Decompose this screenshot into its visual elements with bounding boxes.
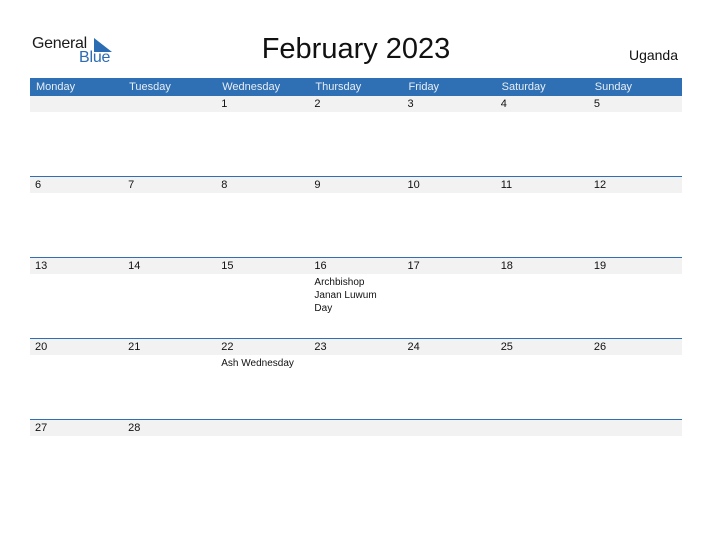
week-row: 1 2 3 4 5	[30, 96, 682, 177]
weekday-friday: Friday	[408, 81, 440, 93]
day-number: 11	[500, 179, 513, 191]
day-cell: 14	[123, 258, 216, 339]
day-cell: 15	[216, 258, 309, 339]
day-number: 20	[35, 341, 48, 353]
day-cell: 1	[216, 96, 309, 177]
weekday-wednesday: Wednesday	[222, 81, 281, 93]
day-number: 22	[221, 341, 234, 353]
day-cell: 8	[216, 177, 309, 258]
day-cell: 17	[403, 258, 496, 339]
weekday-thursday: Thursday	[315, 81, 362, 93]
day-cell: 4	[496, 96, 589, 177]
day-cell: 20	[30, 339, 123, 420]
holiday-event: Archbishop Janan Luwum Day	[314, 277, 377, 314]
day-number: 9	[314, 179, 321, 191]
day-number: 10	[407, 179, 420, 191]
day-cell: 19	[589, 258, 682, 339]
day-number: 7	[128, 179, 135, 191]
day-number: 28	[128, 422, 141, 434]
week-row: 27 28	[30, 419, 682, 501]
day-cell	[216, 420, 309, 501]
holiday-event: Ash Wednesday	[221, 358, 294, 369]
day-cell: 24	[403, 339, 496, 420]
day-number: 3	[407, 98, 414, 110]
day-cell: 2	[309, 96, 402, 177]
day-number: 5	[593, 98, 600, 110]
day-number: 12	[593, 179, 607, 191]
day-cell: 25	[496, 339, 589, 420]
weekday-sunday: Sunday	[594, 81, 633, 93]
day-number: 4	[500, 98, 507, 110]
day-cell	[30, 96, 123, 177]
day-number: 2	[314, 98, 321, 110]
day-cell	[403, 420, 496, 501]
day-cell	[309, 420, 402, 501]
day-number: 15	[221, 260, 234, 272]
day-cell: 9	[309, 177, 402, 258]
day-cell: 23	[309, 339, 402, 420]
day-cell: 21	[123, 339, 216, 420]
day-cell: 6	[30, 177, 123, 258]
day-cell: 5	[589, 96, 682, 177]
day-cell: 7	[123, 177, 216, 258]
day-number: 27	[35, 422, 48, 434]
day-cell	[123, 96, 216, 177]
day-number: 21	[128, 341, 141, 353]
week-row: 20 21 22 Ash Wednesday 23 24 25 26	[30, 338, 682, 420]
weekday-header: Monday Tuesday Wednesday Thursday Friday…	[30, 78, 682, 96]
weekday-monday: Monday	[36, 81, 76, 93]
day-number: 18	[500, 260, 513, 272]
week-row: 13 14 15 16 Archbishop Janan Luwum Day 17 18 19	[30, 257, 682, 339]
country-label: Uganda	[628, 47, 678, 63]
day-number: 6	[35, 179, 42, 191]
day-cell: 11	[496, 177, 589, 258]
day-cell: 28	[123, 420, 216, 501]
day-cell	[496, 420, 589, 501]
weekday-saturday: Saturday	[501, 81, 546, 93]
day-cell: 16 Archbishop Janan Luwum Day	[309, 258, 402, 339]
day-cell: 3	[403, 96, 496, 177]
day-number: 8	[221, 179, 228, 191]
day-number: 17	[407, 260, 420, 272]
day-number: 23	[314, 341, 327, 353]
day-cell: 10	[403, 177, 496, 258]
day-number: 25	[500, 341, 513, 353]
day-cell	[589, 420, 682, 501]
day-cell: 13	[30, 258, 123, 339]
day-cell: 12	[589, 177, 682, 258]
day-number: 16	[314, 260, 327, 272]
day-number: 19	[593, 260, 607, 272]
day-cell: 27	[30, 420, 123, 501]
day-cell: 22 Ash Wednesday	[216, 339, 309, 420]
day-number: 14	[128, 260, 141, 272]
weekday-tuesday: Tuesday	[129, 81, 171, 93]
week-row: 6 7 8 9 10 11 12	[30, 176, 682, 258]
day-cell: 26	[589, 339, 682, 420]
day-number: 24	[407, 341, 420, 353]
day-number: 1	[221, 98, 228, 110]
calendar-title: February 2023	[261, 33, 451, 65]
day-cell: 18	[496, 258, 589, 339]
day-number: 26	[593, 341, 607, 353]
day-number: 13	[35, 260, 48, 272]
